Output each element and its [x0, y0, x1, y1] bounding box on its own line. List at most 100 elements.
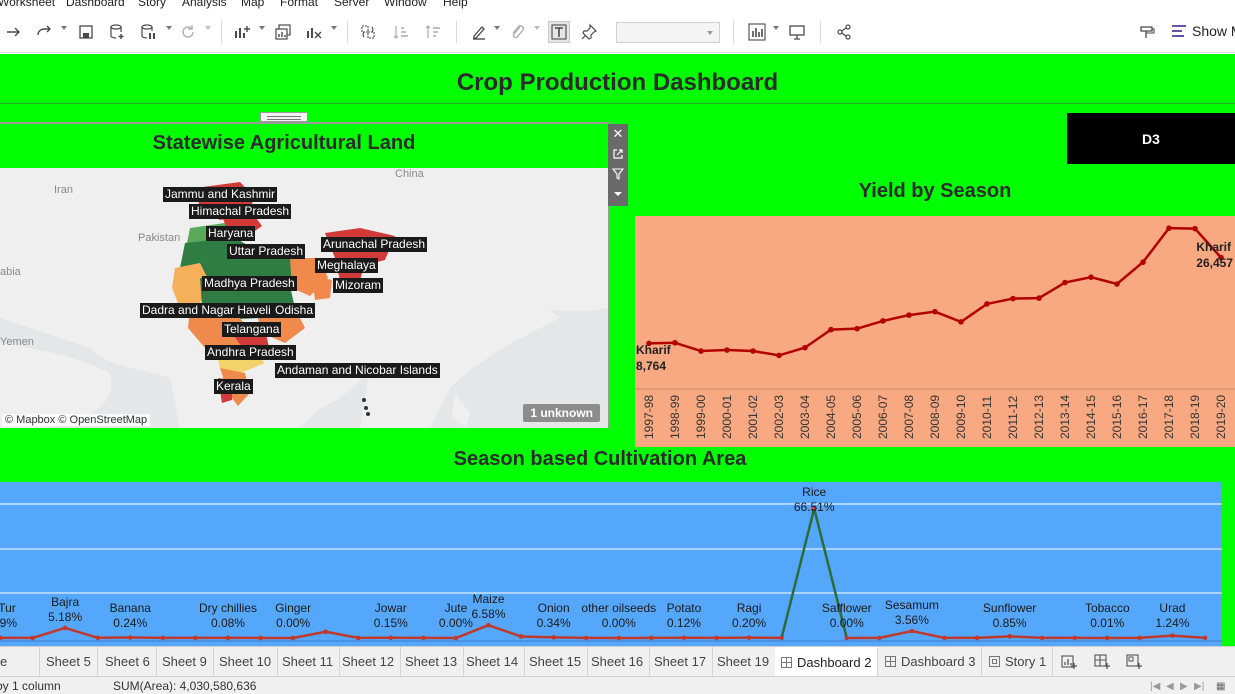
yield-data-point[interactable] — [1140, 259, 1146, 265]
state-label[interactable]: Uttar Pradesh — [227, 244, 306, 259]
season-data-point[interactable] — [355, 635, 361, 641]
season-series-segment[interactable] — [1009, 635, 1043, 640]
yield-data-point[interactable] — [906, 312, 912, 318]
yield-data-point[interactable] — [698, 348, 704, 354]
menu-worksheet[interactable]: Worksheet — [0, 0, 55, 9]
state-label[interactable]: Andhra Pradesh — [205, 345, 296, 360]
refresh-dropdown-icon[interactable] — [205, 26, 211, 30]
season-data-point[interactable] — [518, 634, 524, 639]
show-cards-icon[interactable] — [746, 21, 768, 43]
season-data-point[interactable] — [388, 635, 394, 641]
state-label[interactable]: Himachal Pradesh — [189, 204, 292, 219]
clear-sheet-icon[interactable] — [303, 21, 325, 43]
season-data-point[interactable] — [1170, 633, 1175, 638]
sort-ascending-icon[interactable] — [390, 21, 412, 43]
yield-data-point[interactable] — [984, 301, 990, 307]
map-panel[interactable]: Statewise Agricultural Land Iran China P… — [0, 122, 610, 428]
yield-data-point[interactable] — [880, 318, 886, 324]
group-dropdown-icon[interactable] — [534, 26, 540, 30]
story-tab[interactable]: Story 1 — [983, 647, 1054, 676]
season-data-point[interactable] — [746, 635, 752, 640]
yield-data-point[interactable] — [932, 308, 938, 315]
season-data-point[interactable] — [323, 629, 328, 635]
season-series-segment[interactable] — [64, 626, 99, 640]
open-external-icon[interactable] — [610, 146, 626, 162]
map-attribution[interactable]: © Mapbox © OpenStreetMap — [2, 414, 151, 426]
season-data-point[interactable] — [583, 635, 589, 641]
yield-data-point[interactable] — [1114, 281, 1120, 287]
new-story-tab-icon[interactable] — [1125, 653, 1143, 671]
season-series-segment[interactable] — [1139, 634, 1173, 640]
season-series-segment[interactable] — [488, 624, 522, 638]
state-label[interactable]: Dadra and Nagar Haveli — [140, 303, 273, 318]
group-members-icon[interactable] — [506, 21, 528, 43]
season-series-segment[interactable] — [1172, 634, 1206, 640]
sort-descending-icon[interactable] — [422, 21, 444, 43]
sheet-tab[interactable]: Sheet 9 — [156, 647, 214, 676]
yield-data-point[interactable] — [1010, 295, 1016, 302]
sheet-tab[interactable]: Sheet 19 — [711, 647, 777, 676]
yield-data-point[interactable] — [958, 319, 964, 325]
redo-dropdown-icon[interactable] — [61, 26, 67, 30]
season-series-segment[interactable] — [879, 629, 913, 640]
grid-view-icon[interactable]: ▦ — [1216, 681, 1225, 692]
presentation-mode-icon[interactable] — [786, 21, 808, 43]
state-label[interactable]: Odisha — [273, 303, 316, 318]
season-data-point[interactable] — [551, 635, 556, 640]
map-view[interactable]: Iran China Pakistan abia Yemen Jammu and… — [0, 168, 608, 428]
yield-data-point[interactable] — [724, 347, 730, 353]
sheet-tab[interactable]: Sheet 10 — [213, 647, 279, 676]
menu-window[interactable]: Window — [384, 0, 427, 9]
state-label[interactable]: Kerala — [214, 379, 253, 394]
yield-data-point[interactable] — [750, 348, 756, 354]
unknown-indicator[interactable]: 1 unknown — [523, 404, 600, 422]
season-data-point[interactable] — [779, 635, 784, 641]
last-page-icon[interactable]: ▶| — [1194, 681, 1204, 692]
menu-format[interactable]: Format — [280, 0, 318, 9]
season-series-segment[interactable] — [911, 629, 945, 640]
prev-page-icon[interactable]: ◀ — [1166, 681, 1174, 692]
state-label[interactable]: Jammu and Kashmir — [163, 187, 278, 202]
season-data-point[interactable] — [714, 635, 719, 641]
share-icon[interactable] — [833, 21, 855, 43]
show-mark-labels-icon[interactable] — [548, 21, 570, 43]
next-page-icon[interactable]: ▶ — [1180, 681, 1188, 692]
yield-chart[interactable]: 1997-98 1998-99 1999-00 2000-01 2001-02 2002-… — [635, 216, 1235, 447]
yield-data-point[interactable] — [1192, 225, 1198, 232]
format-painter-icon[interactable] — [1136, 21, 1158, 43]
filter-icon[interactable] — [610, 166, 626, 182]
season-chart[interactable]: ar/Tur0.09% Bajra5.18% Banana0.24% Dry chil… — [0, 482, 1222, 646]
new-dashboard-tab-icon[interactable] — [1093, 653, 1111, 671]
sheet-tab[interactable]: Sheet 16 — [585, 647, 651, 676]
season-data-point[interactable] — [30, 635, 35, 641]
yield-data-point[interactable] — [802, 344, 808, 351]
sheet-tab[interactable]: e — [0, 647, 40, 676]
season-data-point[interactable] — [844, 635, 850, 641]
menu-server[interactable]: Server — [334, 0, 369, 9]
state-label[interactable]: Andaman and Nicobar Islands — [275, 363, 440, 378]
yield-data-point[interactable] — [1088, 274, 1094, 280]
season-data-point[interactable] — [258, 635, 263, 641]
redo-icon[interactable] — [33, 21, 55, 43]
highlight-dropdown-icon[interactable] — [494, 26, 500, 30]
duplicate-sheet-icon[interactable] — [272, 21, 294, 43]
state-label[interactable]: Meghalaya — [315, 258, 378, 273]
season-data-point[interactable] — [877, 635, 882, 641]
yield-data-point[interactable] — [828, 326, 834, 333]
swap-axes-icon[interactable] — [357, 21, 379, 43]
season-data-point[interactable] — [1202, 635, 1208, 641]
menu-story[interactable]: Story — [138, 0, 166, 9]
state-label[interactable]: Haryana — [206, 226, 256, 241]
refresh-icon[interactable] — [177, 21, 199, 43]
menu-help[interactable]: Help — [443, 0, 468, 9]
forward-icon[interactable] — [3, 21, 25, 43]
pause-updates-icon[interactable] — [137, 21, 159, 43]
season-data-point[interactable] — [193, 635, 198, 641]
season-data-point[interactable] — [160, 635, 166, 641]
season-data-point[interactable] — [62, 625, 68, 631]
yield-data-point[interactable] — [776, 352, 782, 359]
state-label[interactable]: Mizoram — [333, 278, 384, 293]
season-data-point[interactable] — [942, 635, 947, 641]
yield-data-point[interactable] — [1036, 295, 1042, 301]
resize-grip[interactable] — [260, 112, 308, 122]
